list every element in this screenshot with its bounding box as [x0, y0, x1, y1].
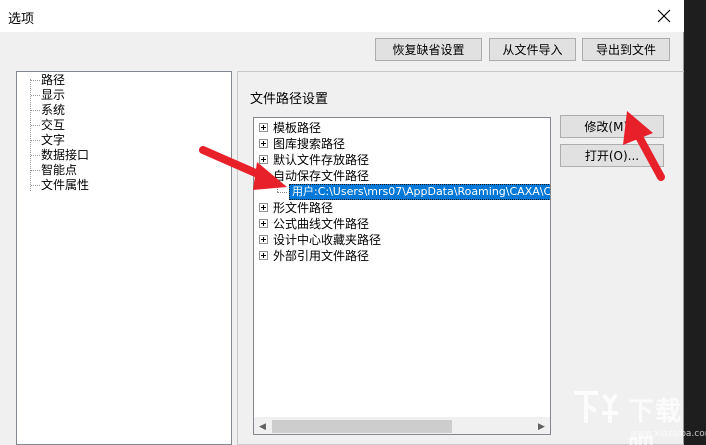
scroll-left-arrow-icon[interactable]: ◀	[254, 418, 271, 434]
tree-node-template-path[interactable]: 模板路径	[254, 120, 550, 136]
close-button[interactable]	[650, 2, 678, 30]
expand-icon[interactable]	[259, 139, 268, 148]
open-button[interactable]: 打开(O)...	[560, 144, 664, 167]
category-item-system[interactable]: 系统	[41, 103, 65, 118]
category-item-file-properties[interactable]: 文件属性	[41, 178, 89, 193]
tree-node-default-storage-path[interactable]: 默认文件存放路径	[254, 152, 550, 168]
expand-icon[interactable]	[259, 155, 268, 164]
horizontal-scrollbar[interactable]: ◀ ▶	[254, 417, 550, 434]
scroll-right-arrow-icon[interactable]: ▶	[533, 418, 550, 434]
group-label: 文件路径设置	[250, 92, 329, 107]
close-icon	[657, 9, 671, 23]
options-dialog: 选项 恢复缺省设置 从文件导入 导出到文件 路径 显示 系统 交互 文字 数据接…	[0, 0, 684, 445]
expand-icon[interactable]	[259, 219, 268, 228]
category-item-interaction[interactable]: 交互	[41, 118, 65, 133]
scrollbar-thumb[interactable]	[272, 420, 452, 433]
category-item-path[interactable]: 路径	[41, 73, 65, 88]
category-tree: 路径 显示 系统 交互 文字 数据接口 智能点 文件属性	[16, 71, 232, 445]
expand-icon[interactable]	[259, 123, 268, 132]
tree-node-autosave-user-path[interactable]: 用户:C:\Users\mrs07\AppData\Roaming\CAXA\C…	[289, 184, 550, 200]
export-to-file-button[interactable]: 导出到文件	[582, 38, 670, 61]
file-path-settings-group: 文件路径设置 模板路径 图库搜索路径 默认文件存放路径 自动保存文件路径 用户:…	[237, 71, 684, 445]
restore-defaults-button[interactable]: 恢复缺省设置	[375, 38, 482, 61]
category-item-smart-point[interactable]: 智能点	[41, 163, 77, 178]
collapse-icon[interactable]	[259, 171, 268, 180]
tree-node-design-center-favorites-path[interactable]: 设计中心收藏夹路径	[254, 232, 550, 248]
tree-node-formula-curve-path[interactable]: 公式曲线文件路径	[254, 216, 550, 232]
tree-node-autosave-path[interactable]: 自动保存文件路径	[254, 168, 550, 184]
expand-icon[interactable]	[259, 251, 268, 260]
tree-node-library-search-path[interactable]: 图库搜索路径	[254, 136, 550, 152]
category-item-data-interface[interactable]: 数据接口	[41, 148, 89, 163]
file-path-tree: 模板路径 图库搜索路径 默认文件存放路径 自动保存文件路径 用户:C:\User…	[253, 117, 551, 435]
category-item-display[interactable]: 显示	[41, 88, 65, 103]
expand-icon[interactable]	[259, 235, 268, 244]
category-item-text[interactable]: 文字	[41, 133, 65, 148]
tree-node-shape-file-path[interactable]: 形文件路径	[254, 200, 550, 216]
tree-node-external-reference-path[interactable]: 外部引用文件路径	[254, 248, 550, 264]
window-title: 选项	[8, 12, 35, 27]
modify-button[interactable]: 修改(M)...	[560, 115, 664, 138]
import-from-file-button[interactable]: 从文件导入	[489, 38, 576, 61]
title-bar: 选项	[0, 0, 684, 32]
expand-icon[interactable]	[259, 203, 268, 212]
